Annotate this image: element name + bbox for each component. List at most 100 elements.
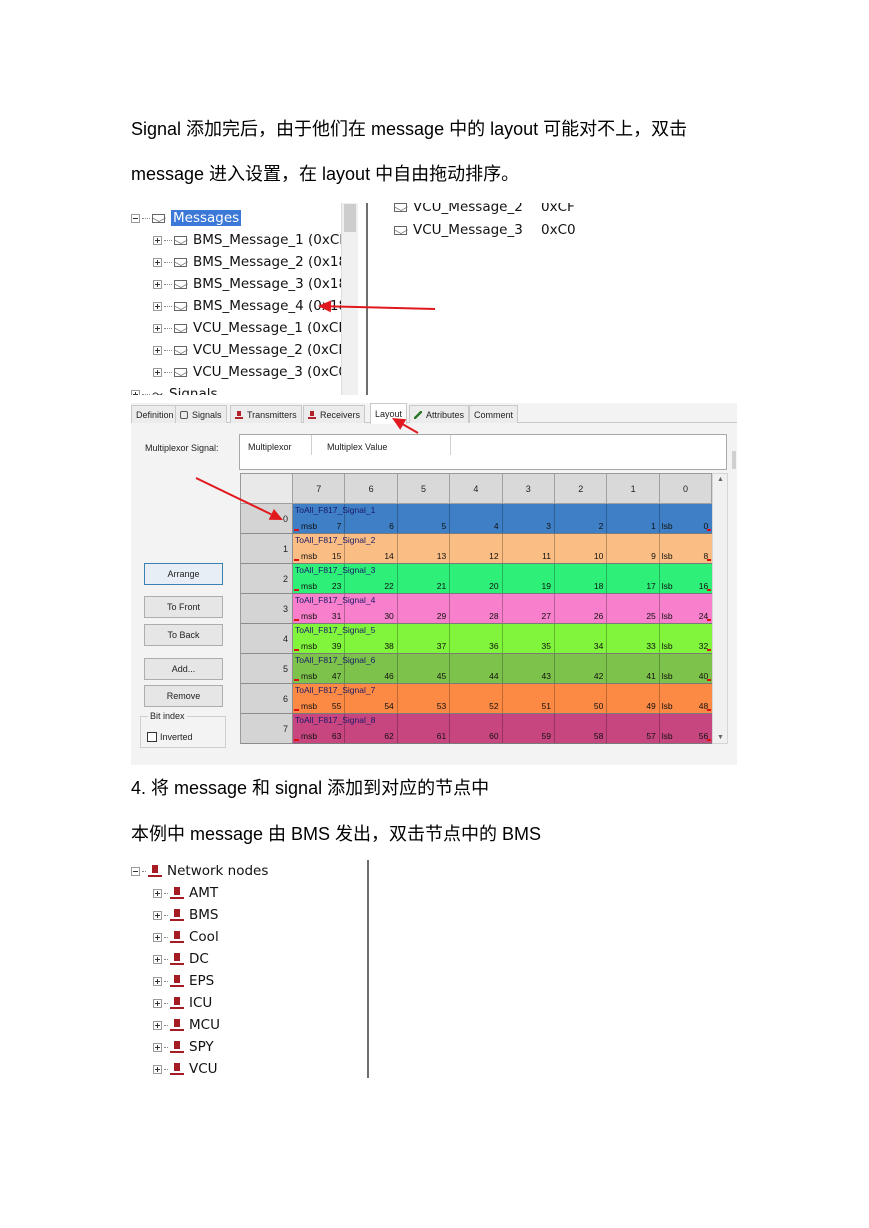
expand-icon[interactable] (153, 1042, 162, 1052)
message-list-item[interactable]: VCU_Message_3 0xC0 (394, 220, 576, 240)
network-node-icon (148, 865, 162, 877)
network-node-item[interactable]: SPY (153, 1036, 214, 1058)
network-node-item[interactable]: BMS (153, 904, 218, 926)
paragraph-2: message 进入设置，在 layout 中自由拖动排序。 (131, 164, 520, 184)
msb-marker (294, 559, 299, 561)
bit-number: 8 (703, 551, 709, 561)
tab-definition[interactable]: Definition (131, 405, 179, 423)
multiplexor-label: Multiplexor Signal: (145, 443, 219, 453)
scroll-up-icon[interactable]: ▲ (717, 476, 724, 483)
expand-icon[interactable] (153, 257, 162, 267)
byte-row-header: 1 (241, 534, 293, 564)
expand-icon[interactable] (153, 279, 162, 289)
network-node-item[interactable]: MCU (153, 1014, 220, 1036)
expand-icon[interactable] (153, 345, 162, 355)
tab-signals[interactable]: Signals (175, 405, 227, 423)
bit-column-header: 3 (502, 474, 555, 504)
signal-block[interactable]: ToAll_F817_Signal_1 msb 7 6 5 4 3 2 1 0 lsb (293, 504, 712, 534)
tab-bar: Definition Signals Transmitters Receiver… (131, 403, 737, 424)
network-node-item[interactable]: Cool (153, 926, 219, 948)
inverted-checkbox[interactable] (147, 732, 157, 742)
multiplexor-table[interactable]: Multiplexor Multiplex Value (239, 434, 727, 470)
network-node-item[interactable]: AMT (153, 882, 218, 904)
network-nodes-root[interactable]: Network nodes (131, 860, 268, 882)
network-node-label: BMS (189, 907, 219, 923)
network-node-item[interactable]: DC (153, 948, 209, 970)
signal-block[interactable]: ToAll_F817_Signal_5 msb 39 38 37 36 35 34 33 32 ls… (293, 624, 712, 654)
collapse-icon[interactable] (131, 866, 140, 876)
tree-scrollbar[interactable] (341, 203, 358, 395)
arrange-button[interactable]: Arrange (144, 563, 223, 585)
network-node-label: DC (189, 951, 209, 967)
bit-column-header: 7 (293, 474, 346, 504)
add-button[interactable]: Add... (144, 658, 223, 680)
expand-icon[interactable] (153, 367, 162, 377)
bit-column-header: 0 (659, 474, 713, 504)
messages-root[interactable]: Messages (131, 207, 242, 229)
message-tree-item[interactable]: BMS_Message_3 (0x18F (153, 273, 355, 295)
signal-block[interactable]: ToAll_F817_Signal_8 msb 63 62 61 60 59 58 57 56 ls… (293, 714, 712, 744)
expand-icon[interactable] (153, 323, 162, 333)
network-node-icon (170, 953, 184, 965)
layout-grid[interactable]: 7 6 5 4 3 2 1 0 0 ToAll_F817_Signal_1 msb 7 6 5 4 3 2 1 0 l… (240, 473, 713, 744)
bit-number: 15 (331, 551, 342, 561)
expand-icon[interactable] (131, 389, 140, 395)
scrollbar-thumb[interactable] (344, 204, 356, 232)
message-tree-item[interactable]: VCU_Message_1 (0xCF8 (153, 317, 355, 339)
bit-number: 26 (593, 611, 604, 621)
expand-icon[interactable] (153, 910, 162, 920)
expand-icon[interactable] (153, 888, 162, 898)
tab-receivers[interactable]: Receivers (303, 405, 366, 423)
bit-number: 2 (598, 521, 604, 531)
side-scrollbar[interactable] (732, 451, 736, 469)
bit-number: 33 (646, 641, 656, 651)
signal-block[interactable]: ToAll_F817_Signal_4 msb 31 30 29 28 27 26 25 24 ls… (293, 594, 712, 624)
bit-number: 52 (489, 701, 499, 711)
grid-scrollbar[interactable]: ▲ ▼ (712, 473, 728, 744)
to-back-button[interactable]: To Back (144, 624, 223, 646)
signals-root[interactable]: 〜 Signals (131, 383, 218, 395)
network-node-item[interactable]: VCU (153, 1058, 218, 1078)
to-front-button[interactable]: To Front (144, 596, 223, 618)
paragraph-3: 4. 将 message 和 signal 添加到对应的节点中 (131, 778, 490, 798)
expand-icon[interactable] (153, 301, 162, 311)
lsb-marker (707, 559, 711, 561)
collapse-icon[interactable] (131, 213, 140, 223)
tab-transmitters[interactable]: Transmitters (230, 405, 302, 423)
message-tree-item[interactable]: VCU_Message_3 (0xC08 (153, 361, 356, 383)
network-node-icon (170, 997, 184, 1009)
signal-block[interactable]: ToAll_F817_Signal_7 msb 55 54 53 52 51 50 49 48 ls… (293, 684, 712, 714)
pane-splitter[interactable] (367, 860, 369, 1078)
expand-icon[interactable] (153, 235, 162, 245)
tab-layout[interactable]: Layout (370, 403, 408, 424)
expand-icon[interactable] (153, 1020, 162, 1030)
expand-icon[interactable] (153, 932, 162, 942)
network-node-item[interactable]: EPS (153, 970, 214, 992)
signal-block[interactable]: ToAll_F817_Signal_3 msb 23 22 21 20 19 18 17 16 ls… (293, 564, 712, 594)
expand-icon[interactable] (153, 976, 162, 986)
message-list-name: VCU_Message_2 (413, 203, 523, 215)
message-tree-item[interactable]: BMS_Message_1 (0xCF8 (153, 229, 356, 251)
expand-icon[interactable] (153, 1064, 162, 1074)
msb-marker (294, 529, 299, 531)
bit-number: 34 (593, 641, 604, 651)
tab-comment[interactable]: Comment (469, 405, 519, 423)
expand-icon[interactable] (153, 998, 162, 1008)
tab-attributes[interactable]: Attributes (409, 405, 470, 423)
scroll-down-icon[interactable]: ▼ (717, 734, 724, 741)
signal-block[interactable]: ToAll_F817_Signal_6 msb 47 46 45 44 43 42 41 40 ls… (293, 654, 712, 684)
remove-button[interactable]: Remove (144, 685, 223, 707)
lsb-marker (707, 589, 711, 591)
message-tree-item[interactable]: VCU_Message_2 (0xCF8 (153, 339, 355, 361)
network-node-item[interactable]: ICU (153, 992, 212, 1014)
message-tree-item[interactable]: BMS_Message_4 (0x18F (153, 295, 355, 317)
message-tree-item[interactable]: BMS_Message_2 (0x18F (153, 251, 355, 273)
envelope-icon (174, 323, 187, 333)
lsb-label: lsb (661, 581, 673, 591)
pane-splitter[interactable] (366, 203, 368, 395)
bit-number: 13 (436, 551, 447, 561)
bit-number: 30 (384, 611, 394, 621)
message-list-item[interactable]: VCU_Message_2 0xCF (394, 203, 575, 217)
expand-icon[interactable] (153, 954, 162, 964)
signal-block[interactable]: ToAll_F817_Signal_2 msb 15 14 13 12 11 10 9 8 lsb (293, 534, 712, 564)
